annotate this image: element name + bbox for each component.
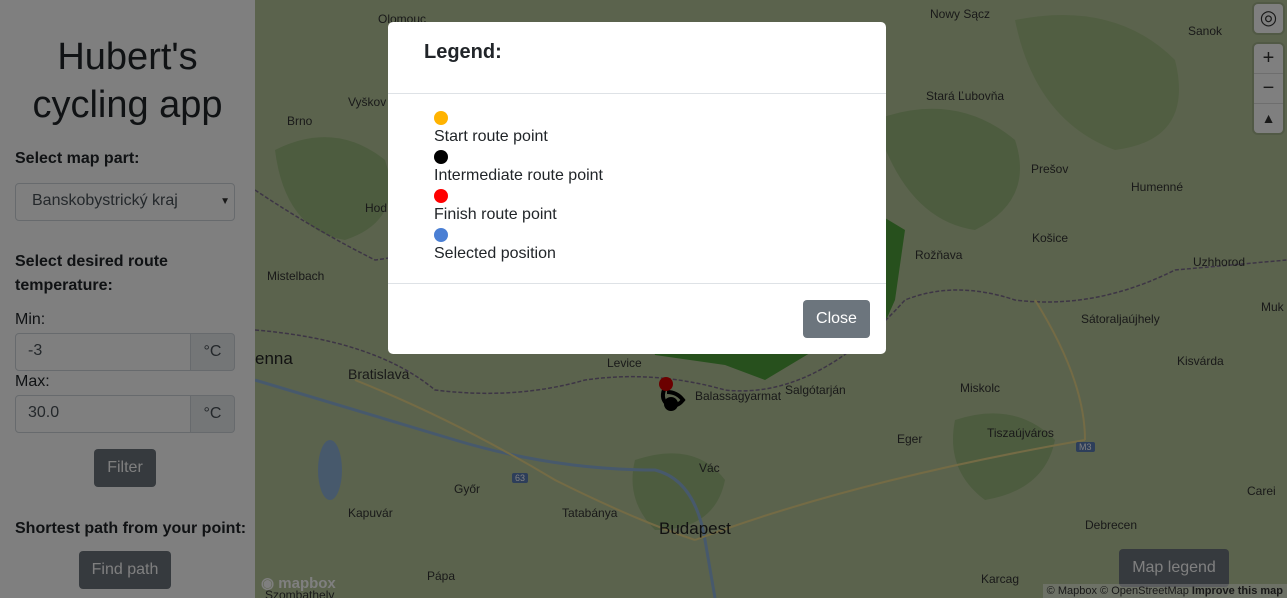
legend-item-label: Start route point: [434, 128, 548, 145]
legend-item-label: Intermediate route point: [434, 167, 603, 184]
legend-item: Selected position: [434, 228, 840, 267]
legend-item: Finish route point: [434, 189, 840, 228]
legend-modal: Legend: Start route point Intermediate r…: [388, 22, 886, 354]
modal-body: Start route point Intermediate route poi…: [388, 94, 886, 283]
selected-position-icon: [434, 228, 448, 242]
modal-footer: Close: [388, 283, 886, 354]
close-button[interactable]: Close: [803, 300, 870, 338]
intermediate-point-icon: [434, 150, 448, 164]
start-point-icon: [434, 111, 448, 125]
legend-item-label: Finish route point: [434, 206, 557, 223]
modal-title: Legend:: [424, 41, 502, 63]
legend-item-label: Selected position: [434, 245, 556, 262]
legend-item: Intermediate route point: [434, 150, 840, 189]
finish-point-icon: [434, 189, 448, 203]
legend-item: Start route point: [434, 111, 840, 150]
modal-header: Legend:: [388, 22, 886, 94]
